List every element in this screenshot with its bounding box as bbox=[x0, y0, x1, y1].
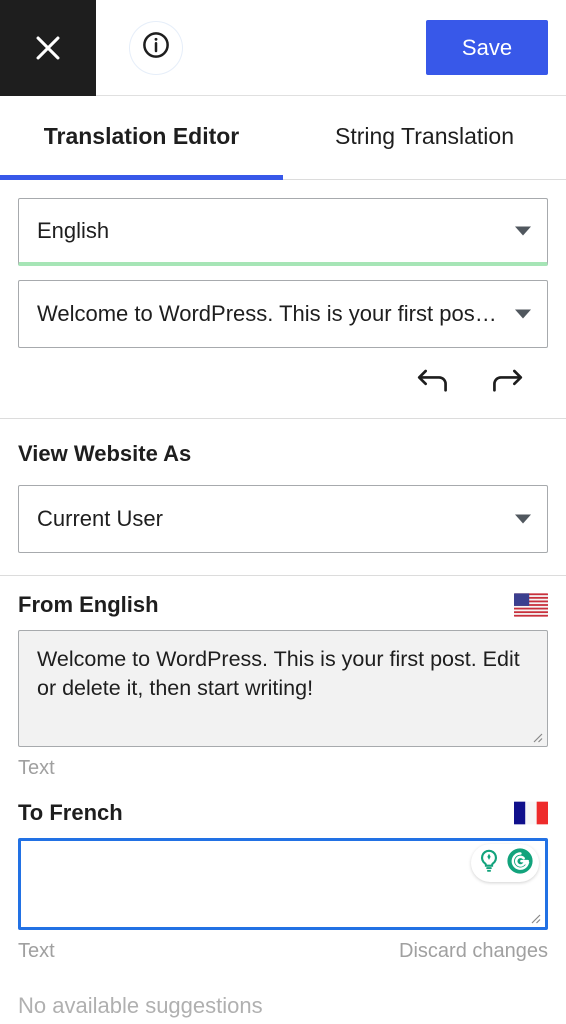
undo-arrow-icon bbox=[416, 365, 452, 400]
target-textarea-wrap bbox=[18, 838, 548, 931]
target-field-title: To French bbox=[18, 800, 123, 826]
grammarly-g-icon[interactable] bbox=[506, 847, 534, 880]
flag-france-icon bbox=[514, 801, 548, 825]
discard-changes-button[interactable]: Discard changes bbox=[399, 940, 548, 963]
target-label-row: To French bbox=[18, 800, 548, 826]
target-meta-row: Text Discard changes bbox=[18, 940, 548, 963]
save-button[interactable]: Save bbox=[426, 20, 548, 75]
redo-button[interactable] bbox=[484, 362, 528, 402]
info-button[interactable] bbox=[130, 21, 182, 74]
source-textarea[interactable] bbox=[18, 630, 548, 748]
target-textarea[interactable] bbox=[18, 838, 548, 931]
flag-usa-icon bbox=[514, 593, 548, 617]
target-type-label: Text bbox=[18, 940, 55, 963]
tab-translation-editor-label: Translation Editor bbox=[43, 123, 240, 149]
undo-button[interactable] bbox=[412, 362, 456, 402]
source-label-row: From English bbox=[18, 592, 548, 618]
chevron-down-icon bbox=[515, 226, 531, 235]
top-bar-middle bbox=[96, 0, 426, 95]
tab-string-translation-label: String Translation bbox=[335, 123, 514, 149]
grammarly-badge[interactable] bbox=[471, 844, 539, 883]
tab-translation-editor[interactable]: Translation Editor bbox=[0, 96, 283, 180]
target-text-section: To French Text Discard changes bbox=[0, 780, 566, 963]
chevron-down-icon bbox=[515, 309, 531, 319]
string-select[interactable]: Welcome to WordPress. This is your first… bbox=[18, 280, 548, 348]
history-controls bbox=[18, 348, 548, 418]
view-as-select-value: Current User bbox=[37, 506, 163, 531]
tab-string-translation[interactable]: String Translation bbox=[283, 96, 566, 179]
view-website-as-section: View Website As Current User bbox=[0, 419, 566, 576]
view-as-select[interactable]: Current User bbox=[18, 485, 548, 553]
source-meta-row: Text bbox=[18, 757, 548, 780]
no-suggestions-label: No available suggestions bbox=[18, 993, 263, 1019]
info-circle-icon bbox=[141, 30, 171, 65]
source-textarea-wrap bbox=[18, 630, 548, 748]
language-select[interactable]: English bbox=[18, 198, 548, 266]
string-select-value: Welcome to WordPress. This is your first… bbox=[37, 301, 501, 326]
top-bar: Save bbox=[0, 0, 566, 96]
close-icon bbox=[31, 31, 65, 65]
suggestions-section: No available suggestions bbox=[0, 963, 566, 1019]
source-selector-section: English Welcome to WordPress. This is yo… bbox=[0, 180, 566, 419]
top-bar-right: Save bbox=[426, 0, 566, 95]
source-field-title: From English bbox=[18, 592, 159, 617]
chevron-down-icon bbox=[515, 514, 531, 524]
source-text-section: From English Text bbox=[0, 576, 566, 780]
close-button[interactable] bbox=[0, 0, 96, 96]
view-website-as-title: View Website As bbox=[18, 441, 192, 466]
language-select-value: English bbox=[37, 217, 110, 243]
source-type-label: Text bbox=[18, 757, 55, 780]
tab-bar: Translation Editor String Translation bbox=[0, 96, 566, 180]
redo-arrow-icon bbox=[488, 365, 524, 400]
lightbulb-idea-icon[interactable] bbox=[476, 848, 502, 879]
